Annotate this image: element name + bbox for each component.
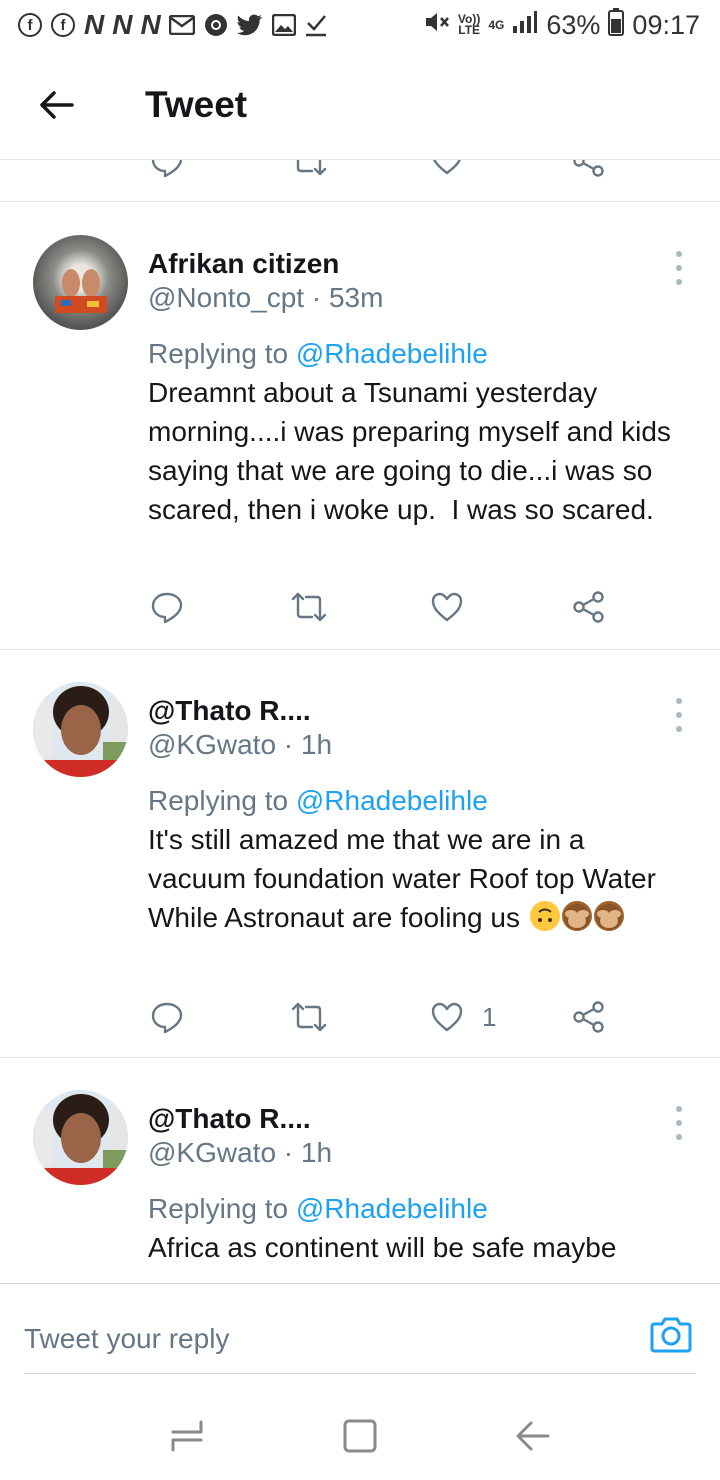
retweet-button[interactable] [290, 1000, 328, 1034]
handle-and-time: @KGwato · 1h [148, 1137, 333, 1168]
camera-button[interactable] [650, 1314, 692, 1356]
avatar[interactable] [33, 1090, 128, 1185]
recent-apps-button[interactable] [157, 1406, 217, 1466]
news-icon: N [112, 9, 132, 40]
replying-to-label: Replying to [148, 1193, 296, 1224]
previous-tweet-actions [0, 160, 720, 202]
reply-input[interactable] [24, 1304, 696, 1374]
tweet-content: @Thato R.... @KGwato · 1h Replying to @R… [148, 694, 688, 937]
tweet-text: Africa as continent will be safe maybe [148, 1232, 617, 1263]
gallery-icon [271, 14, 296, 36]
notification-icons: f f N N N [18, 9, 327, 41]
avatar-image [33, 1090, 128, 1185]
share-button[interactable] [572, 160, 606, 178]
status-bar: f f N N N Vo)) LTE 4G 63% 09:17 [0, 0, 720, 50]
back-icon [516, 1421, 550, 1450]
back-button[interactable] [0, 50, 112, 160]
page-title: Tweet [145, 83, 248, 125]
reply-icon [151, 592, 183, 624]
avatar-image [55, 269, 107, 313]
mention-link[interactable]: @Rhadebelihle [296, 1193, 488, 1224]
back-arrow-icon [40, 90, 74, 119]
tweet-content: @Thato R.... @KGwato · 1h Replying to @R… [148, 1102, 688, 1267]
share-icon [573, 591, 604, 623]
app-header: Tweet [0, 50, 720, 160]
facebook-icon: f [51, 13, 75, 37]
news-icon: N [84, 9, 104, 40]
retweet-button[interactable] [290, 160, 328, 178]
network-type: 4G [488, 17, 505, 32]
replying-to-label: Replying to [148, 785, 296, 816]
camera-icon [650, 1317, 692, 1353]
chrome-icon [204, 13, 228, 37]
like-button[interactable] [430, 160, 464, 176]
tweet[interactable]: @Thato R.... @KGwato · 1h Replying to @R… [0, 650, 720, 1058]
heart-icon [431, 1002, 463, 1032]
tweet[interactable]: Afrikan citizen @Nonto_cpt · 53m Replyin… [0, 203, 720, 650]
display-name[interactable]: @Thato R.... [148, 694, 688, 728]
share-icon [573, 1001, 604, 1033]
home-icon [343, 1419, 377, 1452]
like-count: 1 [482, 1001, 497, 1032]
see-no-evil-monkey-emoji [593, 901, 624, 931]
heart-icon [433, 160, 461, 175]
battery-percent: 63% [546, 9, 601, 40]
display-name[interactable]: Afrikan citizen [148, 247, 688, 281]
upside-down-face-emoji [529, 901, 560, 931]
replying-to: Replying to @Rhadebelihle [148, 337, 688, 371]
home-button[interactable] [330, 1406, 390, 1466]
like-button[interactable]: 1 [430, 1001, 496, 1033]
share-button[interactable] [572, 1000, 606, 1034]
avatar-image [33, 682, 128, 777]
system-icons: Vo)) LTE 4G 63% 09:17 [422, 7, 700, 43]
share-button[interactable] [572, 590, 606, 624]
reply-icon [151, 1002, 183, 1034]
reply-button[interactable] [150, 590, 184, 624]
retweet-button[interactable] [290, 590, 328, 624]
handle-and-time: @Nonto_cpt · 53m [148, 282, 384, 313]
replying-to-label: Replying to [148, 338, 296, 369]
battery-icon [608, 7, 625, 43]
replying-to: Replying to @Rhadebelihle [148, 1192, 688, 1226]
volte-indicator: Vo)) LTE [457, 12, 481, 37]
reply-button[interactable] [150, 1000, 184, 1034]
display-name[interactable]: @Thato R.... [148, 1102, 688, 1136]
news-icon: N [140, 9, 160, 40]
handle-and-time: @KGwato · 1h [148, 729, 333, 760]
reply-button[interactable] [150, 160, 184, 178]
mute-vibrate-icon [422, 10, 450, 41]
signal-icon [512, 10, 538, 41]
tweet-content: Afrikan citizen @Nonto_cpt · 53m Replyin… [148, 247, 688, 529]
retweet-icon [291, 1002, 327, 1032]
replying-to: Replying to @Rhadebelihle [148, 784, 688, 818]
mention-link[interactable]: @Rhadebelihle [296, 785, 488, 816]
tweet[interactable]: @Thato R.... @KGwato · 1h Replying to @R… [0, 1058, 720, 1284]
tweet-text: Dreamnt about a Tsunami yesterday mornin… [148, 377, 679, 525]
system-navigation-bar [0, 1391, 720, 1480]
twitter-icon [236, 14, 263, 36]
reply-icon [151, 160, 183, 178]
avatar[interactable] [33, 235, 128, 330]
mention-link[interactable]: @Rhadebelihle [296, 338, 488, 369]
retweet-icon [296, 160, 327, 176]
retweet-icon [291, 592, 327, 622]
tweet-text: It's still amazed me that we are in a va… [148, 820, 688, 937]
avatar[interactable] [33, 682, 128, 777]
system-back-button[interactable] [503, 1406, 563, 1466]
clock: 09:17 [632, 9, 700, 40]
share-icon [573, 160, 604, 177]
recent-apps-icon [171, 1420, 203, 1451]
download-check-icon [305, 13, 327, 37]
heart-icon [431, 592, 463, 622]
like-button[interactable] [430, 591, 464, 623]
facebook-icon: f [18, 13, 42, 37]
reply-composer [0, 1283, 720, 1391]
see-no-evil-monkey-emoji [561, 901, 592, 931]
gmail-icon [168, 15, 195, 35]
